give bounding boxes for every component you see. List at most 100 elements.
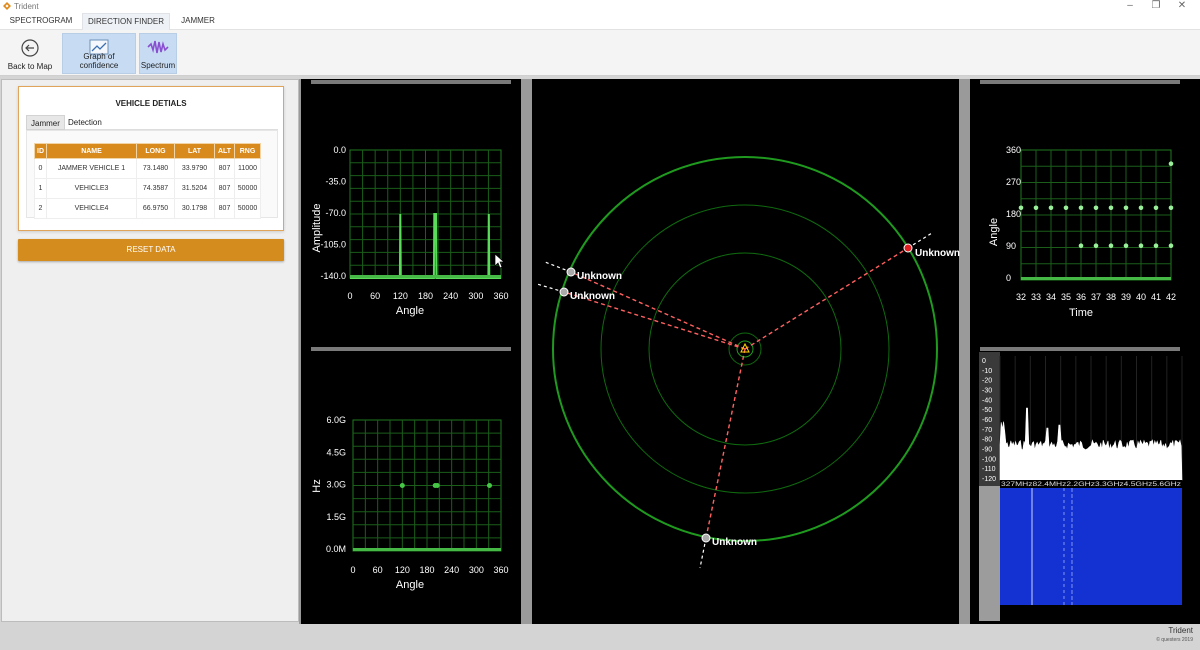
angle-time-point xyxy=(1093,205,1099,211)
x-tick-label: 36 xyxy=(1076,292,1086,302)
angle-time-point xyxy=(1018,205,1024,211)
x-tick-label: 42 xyxy=(1166,292,1176,302)
y-tick-label: -120 xyxy=(982,476,996,483)
angle-time-xlabel: Time xyxy=(1069,307,1093,319)
angle-time-point xyxy=(1108,243,1114,248)
y-tick-label: 0.0 xyxy=(333,145,346,155)
y-tick-label: -100 xyxy=(982,456,996,463)
y-tick-label: -50 xyxy=(982,407,992,414)
visualization-layer: 0.0 -35.0 -70.0 -105.0 -140.0 0 60 120 180 240 30… xyxy=(311,145,1183,621)
y-tick-label: 360 xyxy=(1006,145,1021,155)
x-tick-label: 180 xyxy=(419,565,434,575)
x-tick-label: 300 xyxy=(469,565,484,575)
y-tick-label: -35.0 xyxy=(325,177,346,187)
y-tick-label: 3.0G xyxy=(326,480,346,490)
amplitude-baseline xyxy=(350,275,501,278)
x-tick-label: 37 xyxy=(1091,292,1101,302)
radar-targets: Unknown Unknown Unknown Unknown xyxy=(536,232,960,569)
angle-time-point xyxy=(1048,205,1054,211)
angle-time-point xyxy=(1078,205,1084,211)
y-tick-label: -140.0 xyxy=(320,271,346,281)
x-tick-label: 35 xyxy=(1061,292,1071,302)
x-tick-label: 39 xyxy=(1121,292,1131,302)
angle-time-point xyxy=(1138,205,1144,211)
y-tick-label: -70.0 xyxy=(325,208,346,218)
frequency-point xyxy=(434,483,440,488)
x-tick-label: 360 xyxy=(493,565,508,575)
angle-time-point xyxy=(1168,205,1174,211)
angle-time-point xyxy=(1093,243,1099,248)
amplitude-grid xyxy=(349,149,502,279)
x-tick-label: 32 xyxy=(1016,292,1026,302)
x-tick-label: 0 xyxy=(350,565,355,575)
angle-time-point xyxy=(1153,205,1159,211)
mouse-cursor-icon xyxy=(494,253,505,269)
target-marker xyxy=(903,243,913,253)
angle-time-point xyxy=(1153,243,1159,248)
x-tick-label: 180 xyxy=(418,291,433,301)
y-tick-label: -20 xyxy=(982,378,992,385)
x-tick-label: 33 xyxy=(1031,292,1041,302)
bearing-extension xyxy=(699,537,707,569)
x-tick-label: 38 xyxy=(1106,292,1116,302)
target-label: Unknown xyxy=(712,537,757,548)
x-tick-label: 120 xyxy=(395,565,410,575)
frequency-grid xyxy=(352,419,502,552)
y-tick-label: 1.5G xyxy=(326,512,346,522)
y-tick-label: 90 xyxy=(1006,241,1016,251)
y-tick-label: 0 xyxy=(1006,273,1011,283)
angle-time-xticks: 32 33 34 35 36 37 38 39 40 41 42 xyxy=(1016,292,1176,302)
x-tick-label: 240 xyxy=(444,565,459,575)
x-tick-label: 40 xyxy=(1136,292,1146,302)
frequency-xlabel: Angle xyxy=(396,579,424,591)
angle-time-point xyxy=(1033,205,1039,211)
y-tick-label: 4.5G xyxy=(326,447,346,457)
frequency-baseline xyxy=(353,548,501,551)
amplitude-xlabel: Angle xyxy=(396,305,424,317)
y-tick-label: -40 xyxy=(982,397,992,404)
x-tick-label: 34 xyxy=(1046,292,1056,302)
y-tick-label: -10 xyxy=(982,368,992,375)
frequency-point xyxy=(486,483,492,488)
y-tick-label: -105.0 xyxy=(320,240,346,250)
amplitude-chart: 0.0 -35.0 -70.0 -105.0 -140.0 0 60 120 180 240 30… xyxy=(311,145,509,317)
status-footer: Trident © questers 2019 xyxy=(0,624,1200,650)
y-tick-label: 6.0G xyxy=(326,415,346,425)
bearing-line xyxy=(570,271,746,350)
angle-time-point xyxy=(1168,161,1174,167)
frequency-ylabel: Hz xyxy=(311,479,323,492)
angle-time-point xyxy=(1108,205,1114,211)
waterfall-scrollbar[interactable] xyxy=(979,486,1000,621)
x-tick-label: 360 xyxy=(493,291,508,301)
x-tick-label: 41 xyxy=(1151,292,1161,302)
y-tick-label: -90 xyxy=(982,447,992,454)
angle-time-point xyxy=(1078,243,1084,248)
footer-copyright: © questers 2019 xyxy=(1156,637,1193,643)
y-tick-label: 0 xyxy=(982,358,986,365)
angle-time-ylabel: Angle xyxy=(988,218,1000,246)
y-tick-label: 270 xyxy=(1006,177,1021,187)
target-label: Unknown xyxy=(577,271,622,282)
angle-time-grid xyxy=(1020,149,1172,281)
target-label: Unknown xyxy=(570,291,615,302)
y-tick-label: -80 xyxy=(982,437,992,444)
waterfall xyxy=(1000,488,1182,605)
angle-time-point xyxy=(1123,205,1129,211)
x-tick-label: 60 xyxy=(373,565,383,575)
x-tick-label: 60 xyxy=(370,291,380,301)
footer-app-name: Trident xyxy=(1168,626,1193,635)
x-tick-label: 300 xyxy=(468,291,483,301)
x-tick-label: 240 xyxy=(443,291,458,301)
angle-time-point xyxy=(1138,243,1144,248)
y-tick-label: -60 xyxy=(982,417,992,424)
y-tick-label: -110 xyxy=(982,466,996,473)
x-tick-label: 120 xyxy=(393,291,408,301)
frequency-xticks: 0 60 120 180 240 300 360 xyxy=(350,565,508,575)
y-tick-label: -70 xyxy=(982,427,992,434)
amplitude-xticks: 0 60 120 180 240 300 360 xyxy=(347,291,508,301)
direction-radar: Unknown Unknown Unknown Unknown xyxy=(536,156,960,569)
frequency-chart: 6.0G4.5G3.0G1.5G0.0M 0 60 120 180 240 300 360 … xyxy=(311,415,509,591)
angle-time-point xyxy=(1063,205,1069,211)
angle-time-baseline xyxy=(1021,277,1171,280)
target-label: Unknown xyxy=(915,248,960,259)
